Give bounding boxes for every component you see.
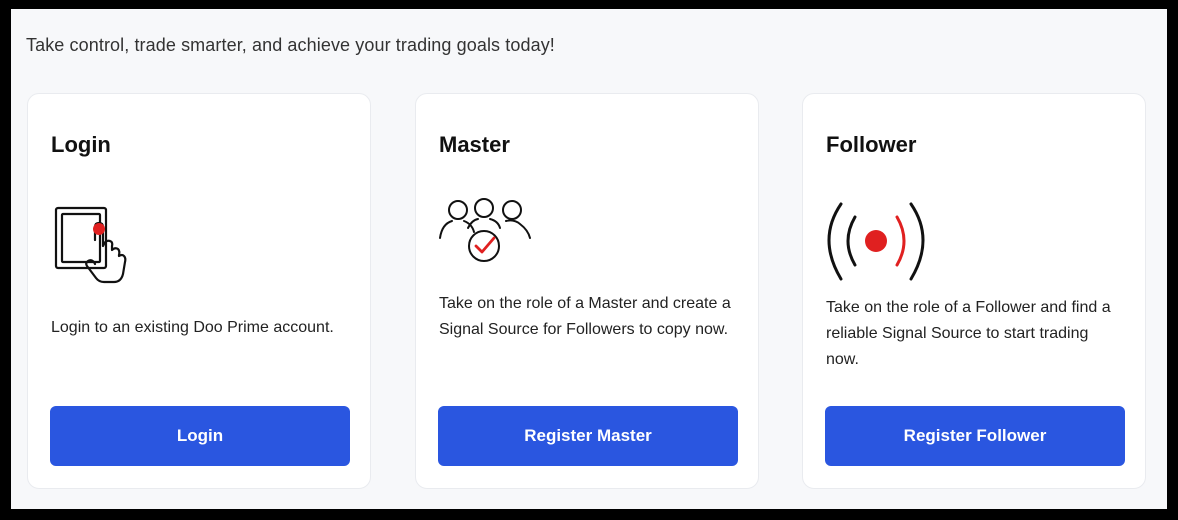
group-check-icon (434, 192, 544, 282)
register-master-button[interactable]: Register Master (438, 406, 738, 466)
register-follower-button[interactable]: Register Follower (825, 406, 1125, 466)
login-card: Login Login to an existing Doo Prime acc… (27, 93, 371, 489)
broadcast-signal-icon (821, 199, 931, 289)
follower-card-description: Take on the role of a Follower and find … (826, 299, 1111, 368)
login-button[interactable]: Login (50, 406, 350, 466)
login-card-title: Login (51, 132, 111, 157)
follower-card-title: Follower (826, 132, 917, 157)
page-tagline: Take control, trade smarter, and achieve… (26, 35, 555, 55)
master-card-description: Take on the role of a Master and create … (439, 295, 731, 338)
master-card: Master Take on the role of a Master and … (415, 93, 759, 489)
login-card-description: Login to an existing Doo Prime account. (51, 319, 334, 336)
master-card-title: Master (439, 132, 510, 157)
follower-card: Follower Take on the role of a Follower … (802, 93, 1146, 489)
touch-screen-icon (46, 194, 156, 284)
page-frame: Take control, trade smarter, and achieve… (11, 9, 1167, 509)
